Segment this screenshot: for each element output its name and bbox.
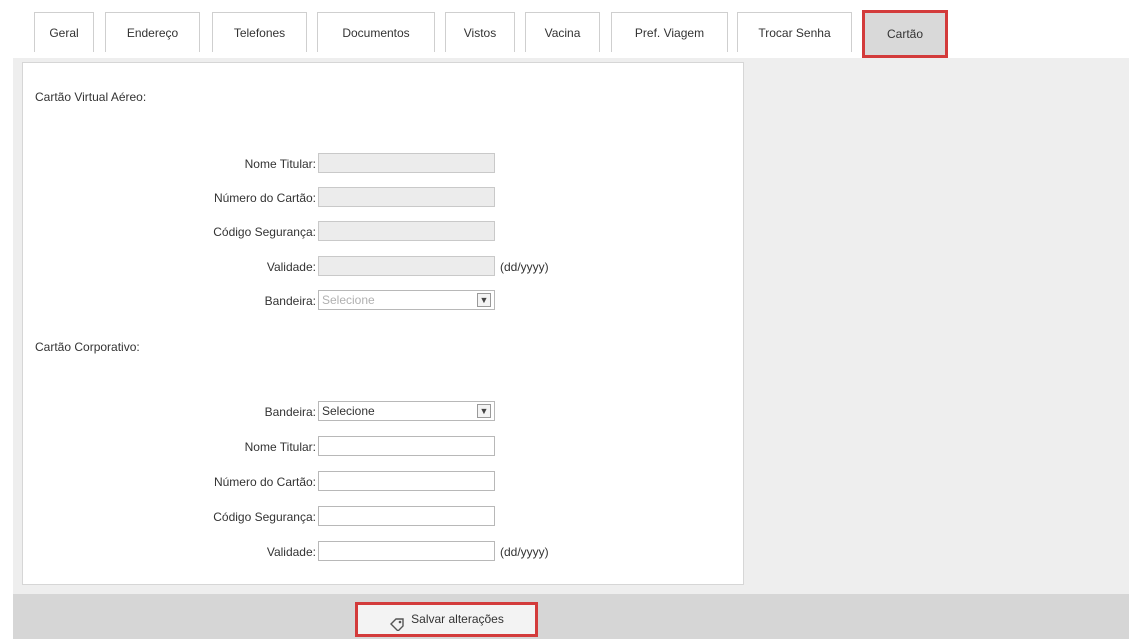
- chevron-down-icon: ▼: [477, 293, 491, 307]
- virtual-card-title: Cartão Virtual Aéreo:: [35, 90, 147, 104]
- virtual-number-input[interactable]: [318, 187, 495, 207]
- virtual-number-label: Número do Cartão:: [213, 191, 316, 205]
- tab-geral[interactable]: Geral: [34, 12, 94, 52]
- virtual-validity-hint: (dd/yyyy): [500, 260, 549, 274]
- corporate-holder-input[interactable]: [318, 436, 495, 456]
- corporate-card-title: Cartão Corporativo:: [35, 340, 140, 354]
- tab-pref-viagem[interactable]: Pref. Viagem: [611, 12, 728, 52]
- corporate-brand-value: Selecione: [322, 404, 375, 418]
- tab-cartao[interactable]: Cartão: [862, 10, 948, 58]
- virtual-security-label: Código Segurança:: [213, 225, 316, 239]
- footer-bar: [13, 594, 1129, 639]
- tab-documentos[interactable]: Documentos: [317, 12, 435, 52]
- virtual-validity-label: Validade:: [266, 260, 316, 274]
- corporate-holder-label: Nome Titular:: [244, 440, 316, 454]
- corporate-validity-input[interactable]: [318, 541, 495, 561]
- corporate-brand-label: Bandeira:: [264, 405, 316, 419]
- corporate-validity-hint: (dd/yyyy): [500, 545, 549, 559]
- virtual-security-input[interactable]: [318, 221, 495, 241]
- virtual-holder-label: Nome Titular:: [244, 157, 316, 171]
- tab-trocar-senha[interactable]: Trocar Senha: [737, 12, 852, 52]
- tab-telefones[interactable]: Telefones: [212, 12, 307, 52]
- tab-endereco[interactable]: Endereço: [105, 12, 200, 52]
- corporate-brand-select[interactable]: Selecione ▼: [318, 401, 495, 421]
- tab-vistos[interactable]: Vistos: [445, 12, 515, 52]
- tag-icon: [389, 613, 405, 632]
- corporate-validity-label: Validade:: [266, 545, 316, 559]
- chevron-down-icon: ▼: [477, 404, 491, 418]
- virtual-brand-select[interactable]: Selecione ▼: [318, 290, 495, 310]
- virtual-brand-value: Selecione: [322, 293, 375, 307]
- virtual-validity-input[interactable]: [318, 256, 495, 276]
- virtual-brand-label: Bandeira:: [264, 294, 316, 308]
- corporate-number-label: Número do Cartão:: [213, 475, 316, 489]
- corporate-security-label: Código Segurança:: [213, 510, 316, 524]
- tab-bar: Geral Endereço Telefones Documentos Vist…: [0, 0, 1129, 60]
- save-button[interactable]: Salvar alterações: [355, 602, 538, 637]
- tab-vacina[interactable]: Vacina: [525, 12, 600, 52]
- corporate-number-input[interactable]: [318, 471, 495, 491]
- save-button-label: Salvar alterações: [411, 612, 504, 626]
- virtual-holder-input[interactable]: [318, 153, 495, 173]
- corporate-security-input[interactable]: [318, 506, 495, 526]
